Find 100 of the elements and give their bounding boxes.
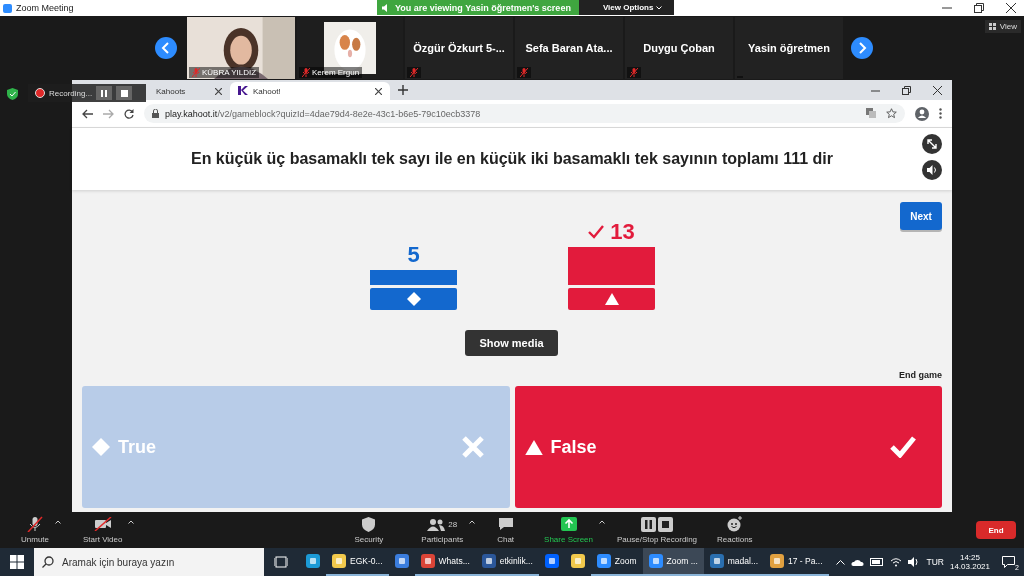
lock-icon bbox=[152, 109, 159, 118]
profile-icon[interactable] bbox=[915, 106, 929, 121]
record-dot-icon bbox=[35, 88, 45, 98]
app-icon bbox=[394, 554, 409, 568]
next-page-icon[interactable] bbox=[851, 37, 873, 59]
app-icon bbox=[332, 554, 346, 568]
taskbar-app[interactable]: 17 - Pa... bbox=[764, 548, 829, 576]
smiley-icon bbox=[726, 516, 743, 532]
answer-count: 5 bbox=[407, 242, 420, 269]
app-icon bbox=[596, 554, 611, 568]
recording-label: Recording... bbox=[49, 88, 93, 98]
app-icon bbox=[770, 554, 785, 568]
question-text: En küçük üç basamaklı tek sayı ile en küçük iki basamaklı tek sayının toplamı 111 dir bbox=[190, 150, 834, 168]
participant-name: KÜBRA YILDIZ bbox=[202, 68, 257, 77]
toolbar-button[interactable]: Chat bbox=[489, 516, 523, 544]
answer-label: False bbox=[550, 436, 597, 458]
address-field[interactable]: play.kahoot.it/v2/gameblock?quizId=4dae79d4-8e2e-43c1-b6e5-79c10ecb3378 bbox=[144, 104, 905, 123]
diamond-icon bbox=[406, 292, 421, 306]
taskbar-app[interactable]: EGK-0... bbox=[326, 548, 389, 576]
zoom-logo-icon bbox=[3, 3, 12, 13]
wifi-icon[interactable] bbox=[890, 557, 903, 567]
view-options-button[interactable]: View Options bbox=[578, 0, 674, 15]
close-icon[interactable] bbox=[215, 87, 222, 95]
volume-icon[interactable] bbox=[922, 160, 942, 180]
back-icon[interactable] bbox=[82, 108, 93, 119]
window-title: Zoom Meeting bbox=[16, 3, 74, 13]
participant-count: 28 bbox=[448, 519, 458, 529]
star-icon[interactable] bbox=[886, 108, 897, 119]
clock[interactable]: 14:25 14.03.2021 bbox=[949, 553, 990, 571]
taskbar-app[interactable]: Whats... bbox=[414, 548, 476, 576]
toolbar-button[interactable]: Reactions bbox=[709, 516, 761, 544]
answer-label: True bbox=[118, 436, 156, 458]
check-icon bbox=[890, 436, 916, 458]
participant-name: Yasin öğretmen bbox=[748, 42, 830, 54]
pause-button[interactable] bbox=[96, 86, 113, 100]
cloud-icon[interactable] bbox=[851, 558, 865, 566]
previous-page-icon[interactable] bbox=[155, 37, 177, 59]
app-icon bbox=[481, 554, 496, 568]
stop-icon bbox=[120, 89, 128, 97]
tab-title: Kahoots bbox=[156, 86, 186, 96]
shield-icon bbox=[362, 516, 376, 532]
app-icon bbox=[544, 554, 559, 568]
toolbar-button[interactable]: Pause/Stop Recording bbox=[609, 516, 706, 544]
participant-name: Sefa Baran Ata... bbox=[525, 42, 613, 54]
answer-count: 13 bbox=[610, 219, 635, 245]
participants-icon bbox=[427, 517, 446, 531]
toolbar-button[interactable]: Unmute bbox=[13, 516, 57, 544]
close-icon[interactable] bbox=[375, 87, 382, 95]
end-game-button[interactable]: End game bbox=[899, 370, 942, 380]
restore-icon[interactable] bbox=[974, 3, 984, 13]
next-button[interactable]: Next bbox=[900, 202, 942, 230]
pause-stop-icon bbox=[641, 516, 673, 532]
browser-tab[interactable]: Kahoots bbox=[148, 82, 230, 100]
caret-icon[interactable] bbox=[469, 520, 476, 524]
search-icon bbox=[42, 556, 54, 568]
end-button[interactable]: End bbox=[976, 521, 1016, 539]
grid-icon bbox=[988, 23, 997, 30]
caret-icon[interactable] bbox=[55, 520, 61, 524]
taskbar-app[interactable]: madal... bbox=[703, 548, 765, 576]
participant-name: Duygu Çoban bbox=[643, 42, 715, 54]
restore-icon[interactable] bbox=[902, 85, 911, 95]
volume-icon[interactable] bbox=[908, 557, 921, 567]
reload-icon[interactable] bbox=[124, 108, 134, 119]
browser-tab[interactable]: Kahoot! bbox=[230, 82, 390, 100]
battery-icon[interactable] bbox=[870, 558, 885, 566]
app-icon bbox=[648, 554, 663, 568]
translate-icon[interactable] bbox=[866, 108, 876, 118]
close-icon[interactable] bbox=[933, 85, 942, 95]
input-language[interactable]: TUR bbox=[926, 557, 944, 567]
taskbar-app[interactable]: Zoom bbox=[590, 548, 643, 576]
windows-start-icon[interactable] bbox=[10, 555, 24, 569]
triangle-icon bbox=[524, 439, 543, 455]
triangle-icon bbox=[604, 293, 619, 305]
banner-text: You are viewing Yasin öğretmen's screen bbox=[395, 2, 571, 13]
fullscreen-icon[interactable] bbox=[922, 134, 942, 154]
video-off-icon bbox=[93, 517, 112, 531]
toolbar-button[interactable]: 28 Participants bbox=[413, 516, 472, 544]
view-button[interactable]: View bbox=[984, 20, 1021, 33]
show-media-button[interactable]: Show media bbox=[465, 330, 558, 356]
toolbar-button[interactable]: Start Video bbox=[75, 516, 131, 544]
pause-icon bbox=[101, 89, 108, 97]
close-icon[interactable] bbox=[1006, 3, 1016, 13]
tab-title: Kahoot! bbox=[253, 86, 281, 96]
toolbar-button[interactable]: Share Screen bbox=[536, 516, 601, 544]
toolbar-button[interactable]: Security bbox=[346, 516, 392, 544]
menu-icon[interactable] bbox=[939, 108, 942, 119]
taskbar-app[interactable]: etkinlik... bbox=[475, 548, 539, 576]
taskbar-app[interactable]: Zoom ... bbox=[642, 548, 704, 576]
app-icon bbox=[709, 554, 724, 568]
task-view-icon[interactable] bbox=[274, 556, 288, 568]
stop-button[interactable] bbox=[116, 86, 133, 100]
chevron-up-icon[interactable] bbox=[836, 559, 846, 565]
caret-icon bbox=[655, 6, 662, 10]
chat-icon bbox=[497, 517, 514, 531]
diamond-icon bbox=[92, 438, 110, 456]
kahoot-logo-icon bbox=[238, 85, 248, 97]
caret-icon[interactable] bbox=[128, 520, 135, 524]
search-field[interactable]: Aramak için buraya yazın bbox=[34, 548, 264, 576]
muted-mic-icon bbox=[27, 516, 43, 532]
caret-icon[interactable] bbox=[599, 520, 605, 524]
